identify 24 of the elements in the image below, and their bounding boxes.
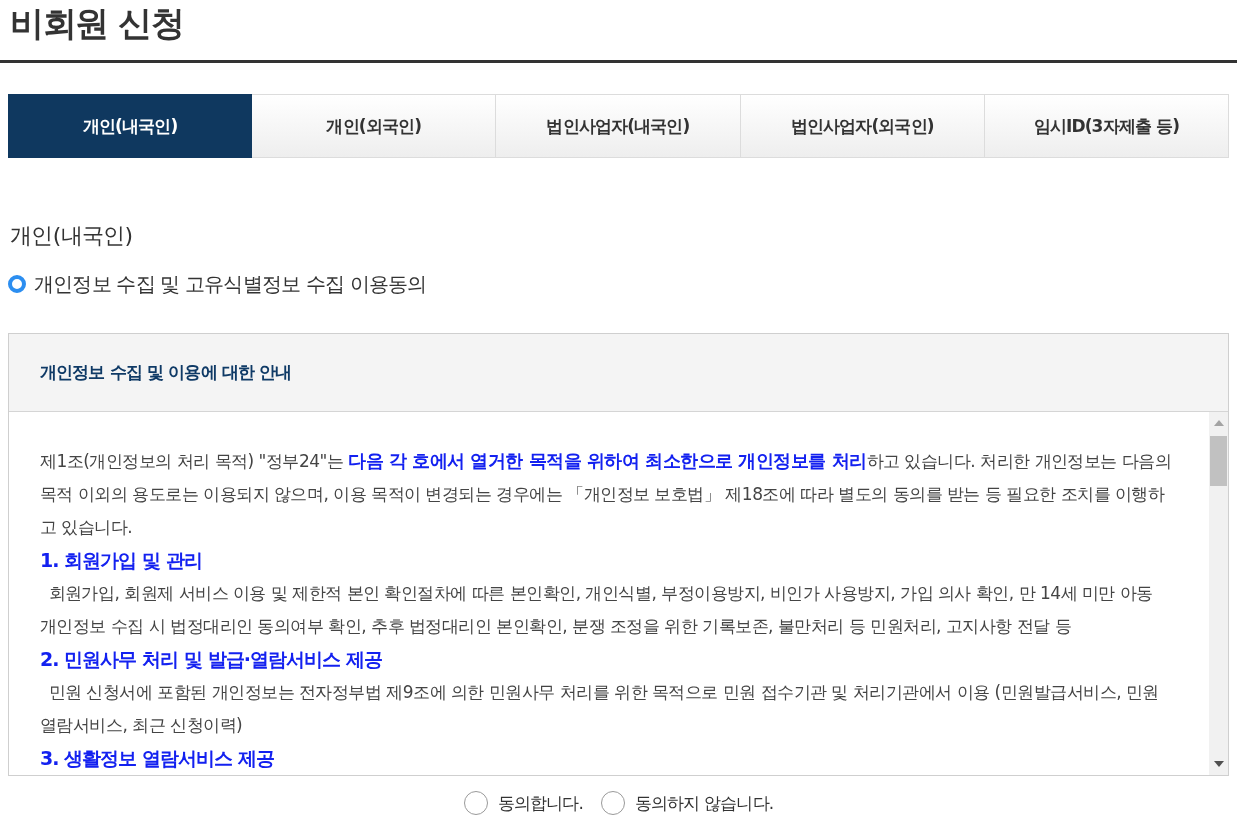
scroll-down-icon[interactable] [1213, 761, 1224, 767]
tab[interactable]: 법인사업자(외국인) [740, 94, 985, 158]
tab[interactable]: 개인(내국인) [8, 94, 253, 158]
scrollbar-thumb[interactable] [1210, 436, 1227, 486]
page-title: 비회원 신청 [9, 2, 184, 44]
tab[interactable]: 개인(외국인) [252, 94, 497, 158]
notice-item-heading: 3. 생활정보 열람서비스 제공 [40, 746, 276, 771]
scrollbar-track[interactable] [1209, 412, 1228, 775]
tab[interactable]: 법인사업자(내국인) [496, 94, 741, 158]
radio-circle-icon[interactable] [601, 791, 625, 815]
notice-title: 개인정보 수집 및 이용에 대한 안내 [40, 361, 292, 384]
scroll-up-icon[interactable] [1213, 420, 1224, 426]
consent-heading: 개인정보 수집 및 고유식별정보 수집 이용동의 [34, 271, 427, 298]
agree-radio-option[interactable]: 동의합니다. [463, 791, 583, 815]
section-title: 개인(내국인) [10, 222, 133, 250]
radio-circle-icon[interactable] [463, 791, 488, 815]
tab[interactable]: 임시ID(3자제출 등) [984, 94, 1229, 158]
notice-item-heading: 2. 민원사무 처리 및 발급·열람서비스 제공 [40, 647, 383, 672]
ring-bullet-icon [8, 275, 26, 293]
notice-paragraph: 제1조(개인정보의 처리 목적) "정부24"는 다음 각 호에서 열거한 목적을 위하여 최소한으로 개인정보를 처리하고 있습니다. 처리한 개인정보는 다음의 목적 이외의 용도로는 이용되지 않으며, 이용 목적이 변경되는 경우에는 「개인정보 보호법」 제18조에 따라 별도의 동의를 받는 등 필요한 조치를 이행하고 있습니다. [40, 449, 1173, 539]
notice-item-text: 민원 신청서에 포함된 개인정보는 전자정부법 제9조에 의한 민원사무 처리를 위한 목적으로 민원 접수기관 및 처리기관에서 이용 (민원발급서비스, 민원열람서비스, 최근 신청이력) [40, 681, 1160, 737]
agree-radio-option[interactable]: 동의하지 않습니다. [601, 791, 774, 815]
notice-item-heading: 1. 회원가입 및 관리 [40, 548, 203, 573]
notice-item-text: 회원가입, 회원제 서비스 이용 및 제한적 본인 확인절차에 따른 본인확인, 개인식별, 부정이용방지, 비인가 사용방지, 가입 의사 확인, 만 14세 미만 아동 개인정보 수집 시 법정대리인 동의여부 확인, 추후 법정대리인 본인확인, 분쟁 조정을 위한 기록보존, 불만처리 등 민원처리, 고지사항 전달 등 [40, 582, 1154, 638]
